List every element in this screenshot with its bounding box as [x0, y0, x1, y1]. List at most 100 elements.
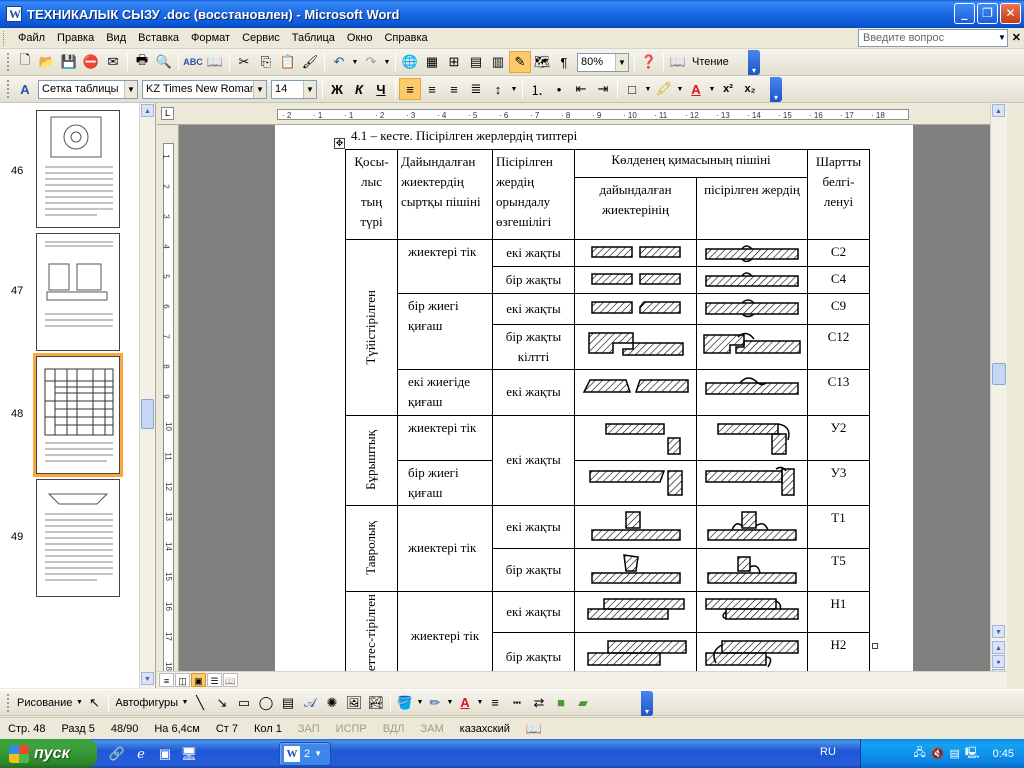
- toolbar-grip[interactable]: [7, 693, 10, 712]
- email-icon[interactable]: ✉: [102, 51, 124, 73]
- horizontal-ruler[interactable]: L · 2 · 1 · 1 · 2 · 3 · 4 · 5 · 6 · 7 · 8 · 9 · 10 ·…: [157, 103, 1007, 125]
- russian-flag-icon[interactable]: ▤: [949, 747, 959, 760]
- cut-icon[interactable]: ✂: [233, 51, 255, 73]
- document-vertical-scrollbar[interactable]: ▲ ▼ ▲ ● ▼: [990, 103, 1007, 688]
- tables-borders-icon[interactable]: ▦: [421, 51, 443, 73]
- status-record[interactable]: ЗАП: [290, 723, 328, 735]
- tray-icon[interactable]: 🖳: [965, 744, 980, 763]
- decrease-indent-icon[interactable]: ⇤: [570, 78, 592, 100]
- status-track[interactable]: ИСПР: [328, 723, 375, 735]
- bold-button[interactable]: Ж: [326, 78, 348, 100]
- insert-picture-icon[interactable]: 🏞: [365, 692, 387, 714]
- tray-icon[interactable]: 🖧: [914, 744, 926, 763]
- toolbar-grip[interactable]: [7, 53, 10, 71]
- justify-icon[interactable]: ≣: [465, 78, 487, 100]
- subscript-icon[interactable]: x₂: [739, 78, 761, 100]
- quicklaunch-media-icon[interactable]: ▣: [155, 744, 175, 764]
- thumbnail-page[interactable]: [36, 479, 120, 597]
- minimize-button[interactable]: _: [954, 3, 975, 24]
- scroll-up-icon[interactable]: ▲: [141, 104, 154, 117]
- toolbar-options-chevron[interactable]: ▾: [748, 50, 760, 75]
- word-app-icon[interactable]: [6, 6, 22, 22]
- read-icon[interactable]: 📖: [667, 51, 689, 73]
- normal-view-icon[interactable]: ≡: [159, 673, 174, 687]
- autoshapes-button[interactable]: Автофигуры: [115, 697, 178, 709]
- font-select[interactable]: KZ Times New Roman ▼: [142, 79, 267, 99]
- borders-dropdown-icon[interactable]: ▼: [643, 78, 653, 100]
- align-right-icon[interactable]: ≡: [443, 78, 465, 100]
- outline-view-icon[interactable]: ☰: [207, 673, 222, 687]
- undo-dropdown-icon[interactable]: ▼: [350, 51, 360, 73]
- insert-table-icon[interactable]: ⊞: [443, 51, 465, 73]
- redo-icon[interactable]: ↷: [360, 51, 382, 73]
- fill-dropdown-icon[interactable]: ▼: [416, 692, 424, 714]
- quicklaunch-desktop-icon[interactable]: 🖥: [179, 744, 199, 764]
- scroll-down-icon[interactable]: ▼: [141, 672, 154, 685]
- underline-button[interactable]: Ч: [370, 78, 392, 100]
- undo-icon[interactable]: ↶: [328, 51, 350, 73]
- hyperlink-icon[interactable]: 🌐: [399, 51, 421, 73]
- tab-selector-icon[interactable]: L: [161, 107, 174, 120]
- table-move-handle-icon[interactable]: ✥: [334, 138, 345, 149]
- menu-insert[interactable]: Вставка: [132, 32, 185, 44]
- bullets-icon[interactable]: •: [548, 78, 570, 100]
- save-icon[interactable]: 💾: [58, 51, 80, 73]
- spelling-status-icon[interactable]: 📖: [518, 721, 550, 737]
- menu-table[interactable]: Таблица: [286, 32, 341, 44]
- menu-tools[interactable]: Сервис: [236, 32, 286, 44]
- autoshapes-dropdown-icon[interactable]: ▼: [181, 692, 189, 714]
- style-select[interactable]: Сетка таблицы ▼: [38, 79, 138, 99]
- help-icon[interactable]: ❓: [638, 51, 660, 73]
- start-button[interactable]: пуск: [0, 739, 97, 768]
- quicklaunch-network-icon[interactable]: 🔗: [107, 744, 127, 764]
- font-color-dropdown-icon[interactable]: ▼: [707, 78, 717, 100]
- restore-button[interactable]: ❐: [977, 3, 998, 24]
- rectangle-icon[interactable]: ▭: [233, 692, 255, 714]
- weld-types-table[interactable]: Қосы-лыс тың түрі Дайындалған жиектердің…: [345, 149, 870, 682]
- thumbnail-page[interactable]: [36, 110, 120, 228]
- previous-page-icon[interactable]: ▲: [992, 641, 1005, 654]
- vertical-ruler[interactable]: 1 2 3 4 5 6 7 8 9 10 11 12 13 14 15 16 17 18: [157, 125, 179, 688]
- toolbar-grip[interactable]: [7, 80, 10, 98]
- drawing-icon[interactable]: ✎: [509, 51, 531, 73]
- line-color-dropdown-icon[interactable]: ▼: [446, 692, 454, 714]
- align-center-icon[interactable]: ≡: [421, 78, 443, 100]
- superscript-icon[interactable]: x²: [717, 78, 739, 100]
- thumbnail-scrollbar[interactable]: ▲ ▼: [139, 103, 155, 688]
- web-view-icon[interactable]: ◫: [175, 673, 190, 687]
- table-resize-handle-icon[interactable]: [872, 643, 878, 649]
- help-question-input[interactable]: Введите вопрос: [858, 29, 1008, 47]
- volume-icon[interactable]: 🔇: [931, 747, 945, 760]
- highlight-dropdown-icon[interactable]: ▼: [675, 78, 685, 100]
- quicklaunch-ie-icon[interactable]: ℯ: [131, 744, 151, 764]
- insert-excel-icon[interactable]: ▤: [465, 51, 487, 73]
- document-page[interactable]: ✥ 4.1 – кесте. Пісірілген жерлердің типт…: [275, 125, 913, 688]
- toolbar-options-chevron[interactable]: ▾: [770, 77, 782, 102]
- ruler-strip[interactable]: · 2 · 1 · 1 · 2 · 3 · 4 · 5 · 6 · 7 · 8 · 9 · 10 · 1…: [277, 109, 909, 120]
- browse-object-icon[interactable]: ●: [992, 655, 1005, 668]
- toolbar-options-chevron[interactable]: ▾: [641, 691, 653, 716]
- taskbar-word-group[interactable]: W 2 ▼: [279, 741, 331, 766]
- title-bar[interactable]: ТЕХНИКАЛЫК СЫЗУ .doc (восстановлен) - Mi…: [0, 0, 1024, 28]
- line-color-icon[interactable]: ✏: [424, 692, 446, 714]
- permission-icon[interactable]: ⛔: [80, 51, 102, 73]
- oval-icon[interactable]: ◯: [255, 692, 277, 714]
- italic-button[interactable]: К: [348, 78, 370, 100]
- wordart-icon[interactable]: 𝒜: [299, 692, 321, 714]
- scroll-thumb[interactable]: [992, 363, 1006, 385]
- ruler-strip[interactable]: 1 2 3 4 5 6 7 8 9 10 11 12 13 14 15 16 17 18: [162, 143, 174, 685]
- menu-window[interactable]: Окно: [341, 32, 379, 44]
- increase-indent-icon[interactable]: ⇥: [592, 78, 614, 100]
- spelling-icon[interactable]: ABC: [182, 51, 204, 73]
- status-language[interactable]: казахский: [452, 723, 518, 735]
- clipart-icon[interactable]: 🖼: [343, 692, 365, 714]
- line-icon[interactable]: ╲: [189, 692, 211, 714]
- menu-format[interactable]: Формат: [185, 32, 236, 44]
- thumbnail-page-current[interactable]: [33, 353, 123, 477]
- status-overtype[interactable]: ЗАМ: [413, 723, 452, 735]
- menu-edit[interactable]: Правка: [51, 32, 100, 44]
- columns-icon[interactable]: ▥: [487, 51, 509, 73]
- line-style-icon[interactable]: ≡: [484, 692, 506, 714]
- arrow-icon[interactable]: ↘: [211, 692, 233, 714]
- print-icon[interactable]: 🖶: [131, 51, 153, 73]
